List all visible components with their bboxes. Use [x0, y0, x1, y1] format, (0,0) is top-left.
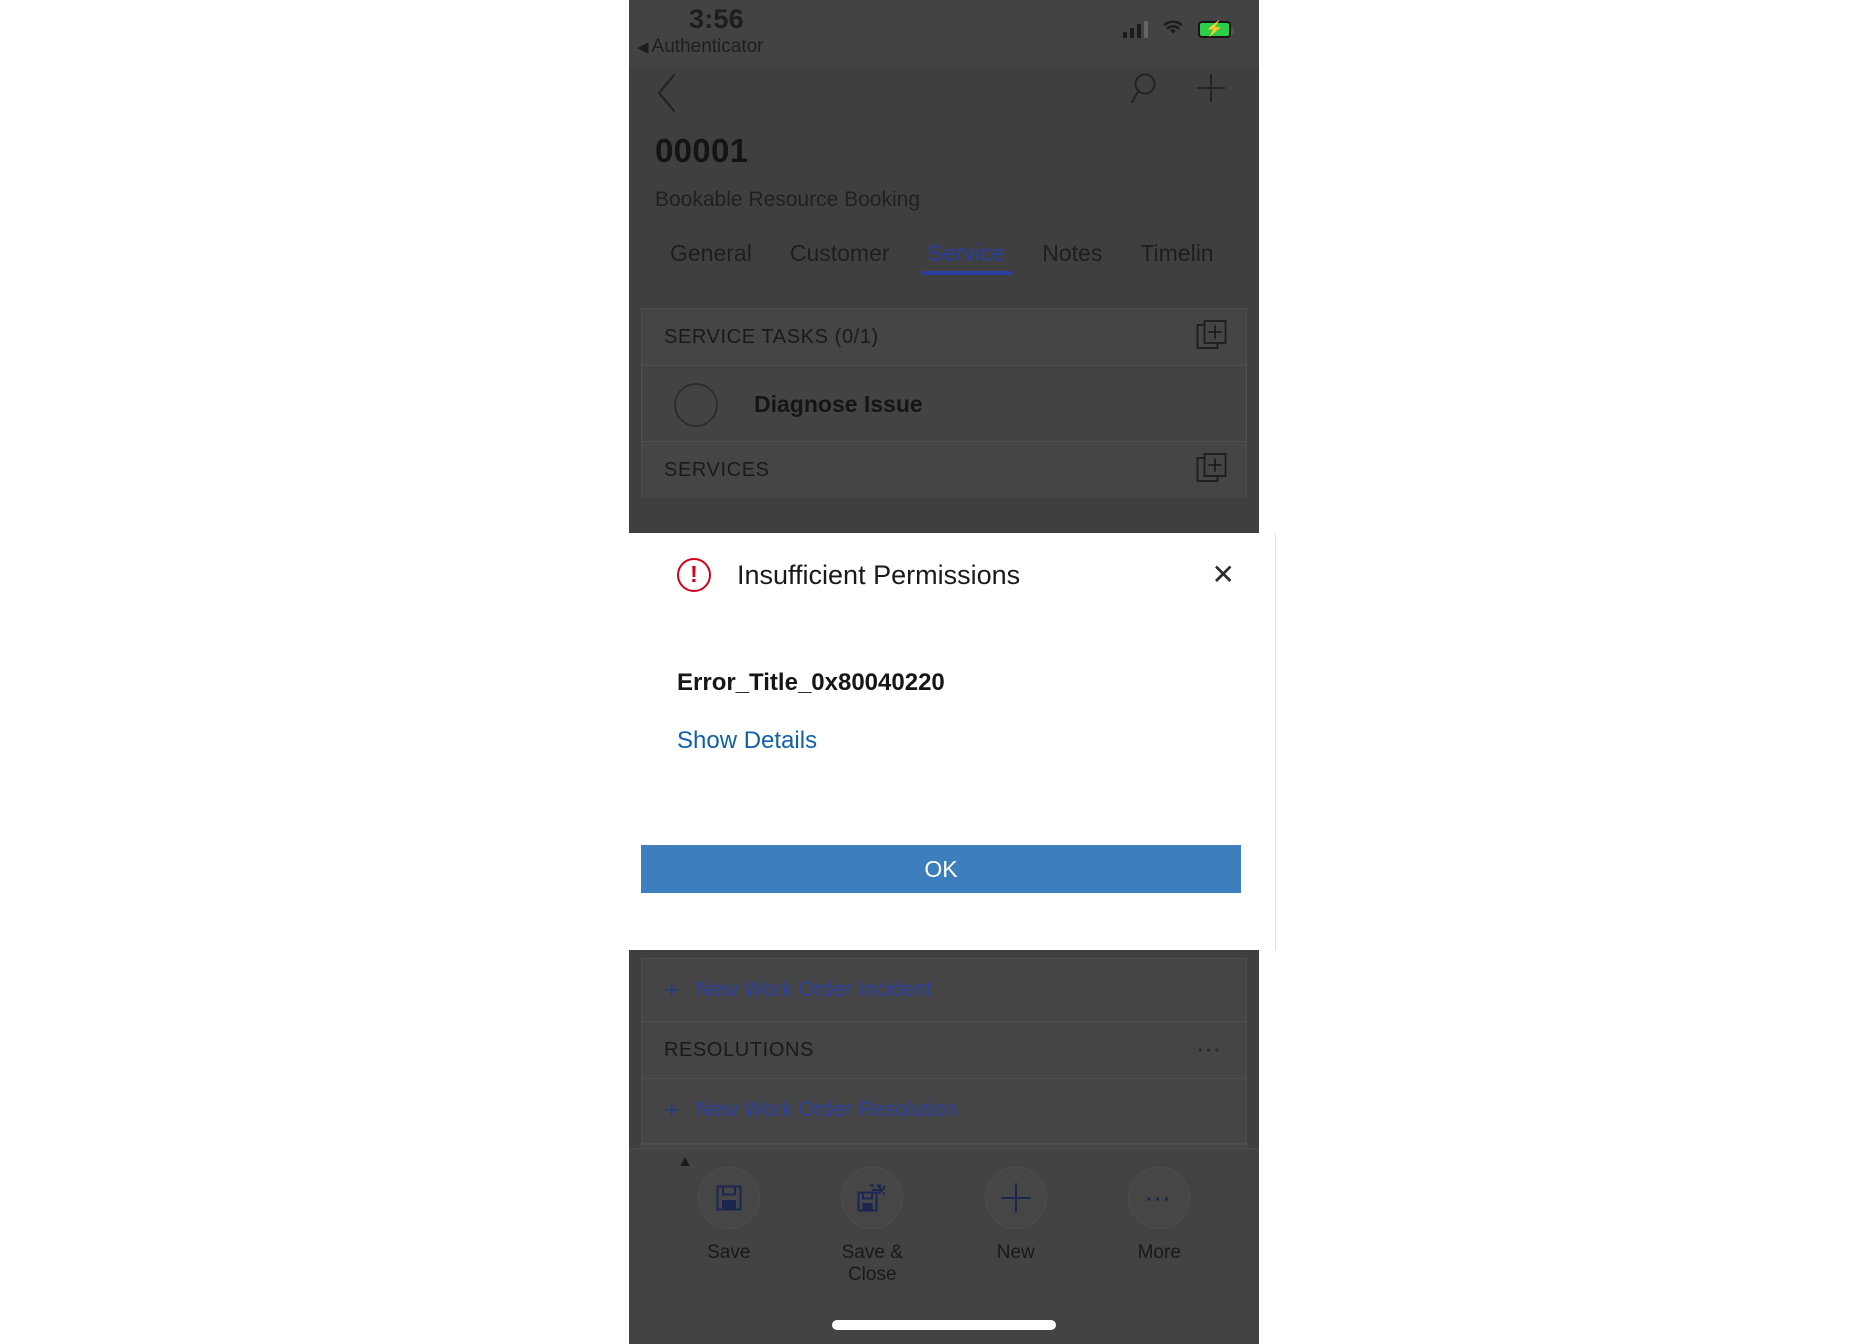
tab-timeline[interactable]: Timelin — [1121, 235, 1232, 281]
save-floppy-icon — [697, 1167, 760, 1229]
command-buttons: Save Save & Close New ⋯ More — [629, 1167, 1259, 1286]
save-and-close-button[interactable]: Save & Close — [817, 1167, 927, 1286]
tab-notes[interactable]: Notes — [1023, 235, 1121, 281]
save-button-label: Save — [707, 1242, 751, 1263]
ellipsis-icon[interactable]: ⋯ — [1196, 1037, 1224, 1063]
new-button[interactable]: New — [961, 1167, 1071, 1286]
bottom-command-bar: ▲ Save Save & Close New ⋯ More — [629, 1148, 1259, 1344]
services-header: SERVICES — [642, 442, 1246, 498]
home-indicator[interactable] — [832, 1320, 1056, 1330]
incidents-card: + New Work Order Incident — [641, 958, 1247, 1021]
error-exclamation-icon: ! — [677, 558, 711, 592]
record-title: 00001 — [655, 132, 749, 169]
more-button-label: More — [1137, 1242, 1181, 1263]
resolutions-card: RESOLUTIONS ⋯ + New Work Order Resolutio… — [641, 1021, 1247, 1144]
task-complete-checkbox[interactable] — [674, 382, 718, 427]
resolutions-header-label: RESOLUTIONS — [664, 1038, 814, 1061]
status-bar: 3:56 ◀ Authenticator ⚡ — [629, 0, 1259, 68]
ok-button[interactable]: OK — [641, 845, 1241, 893]
record-entity-name: Bookable Resource Booking — [655, 188, 921, 211]
status-clock: 3:56 — [689, 4, 744, 34]
services-header-label: SERVICES — [664, 458, 770, 481]
dialog-title: Insufficient Permissions — [737, 559, 1021, 590]
new-work-order-resolution-label: New Work Order Resolution — [696, 1097, 958, 1121]
show-details-link[interactable]: Show Details — [677, 727, 817, 755]
screen-root: 3:56 ◀ Authenticator ⚡ 00001 Bookable Re… — [0, 0, 1854, 1344]
services-card: SERVICES — [641, 441, 1247, 498]
charging-bolt-icon: ⚡ — [1205, 20, 1224, 38]
service-tasks-header-label: SERVICE TASKS (0/1) — [664, 325, 879, 348]
save-button[interactable]: Save — [674, 1167, 784, 1286]
ellipsis-icon: ⋯ — [1128, 1167, 1191, 1229]
more-button[interactable]: ⋯ More — [1104, 1167, 1214, 1286]
resolutions-header: RESOLUTIONS ⋯ — [642, 1022, 1246, 1078]
tab-general[interactable]: General — [651, 235, 771, 281]
new-work-order-incident-label: New Work Order Incident — [696, 978, 932, 1001]
return-app-name: Authenticator — [651, 36, 764, 57]
plus-icon: + — [664, 975, 680, 1005]
tab-service[interactable]: Service — [909, 235, 1024, 281]
plus-icon: + — [664, 1094, 680, 1125]
task-name: Diagnose Issue — [754, 391, 923, 417]
plus-icon — [984, 1167, 1047, 1229]
dialog-header: ! Insufficient Permissions — [629, 533, 1275, 617]
service-tasks-header: SERVICE TASKS (0/1) — [642, 309, 1246, 365]
battery-charging-icon: ⚡ — [1198, 20, 1234, 38]
new-work-order-resolution-row[interactable]: + New Work Order Resolution — [642, 1078, 1246, 1140]
insufficient-permissions-dialog: ! Insufficient Permissions ✕ Error_Title… — [629, 533, 1276, 950]
wifi-icon — [1160, 17, 1186, 41]
close-icon[interactable]: ✕ — [1212, 561, 1235, 589]
back-triangle-icon: ◀ — [637, 39, 649, 56]
save-and-close-button-label: Save & Close — [841, 1242, 903, 1285]
new-button-label: New — [996, 1242, 1035, 1263]
form-tab-strip: General Customer Service Notes Timelin — [629, 235, 1259, 293]
search-icon[interactable] — [1129, 70, 1163, 114]
add-existing-record-icon[interactable] — [1196, 319, 1228, 356]
tab-customer[interactable]: Customer — [771, 235, 909, 281]
table-row[interactable]: Diagnose Issue — [642, 365, 1246, 443]
save-and-close-icon — [841, 1167, 904, 1229]
back-button[interactable] — [654, 72, 680, 118]
return-to-app-label[interactable]: ◀ Authenticator — [637, 36, 764, 58]
signal-bars-icon — [1122, 20, 1148, 38]
service-tasks-card: SERVICE TASKS (0/1) Diagnose Issue — [641, 308, 1247, 444]
new-record-icon[interactable] — [1191, 66, 1231, 114]
status-indicators: ⚡ — [1122, 17, 1234, 41]
error-code-text: Error_Title_0x80040220 — [677, 669, 945, 696]
add-existing-record-icon[interactable] — [1196, 452, 1228, 489]
nav-command-row — [629, 68, 1259, 120]
new-work-order-incident-row[interactable]: + New Work Order Incident — [642, 959, 1246, 1021]
